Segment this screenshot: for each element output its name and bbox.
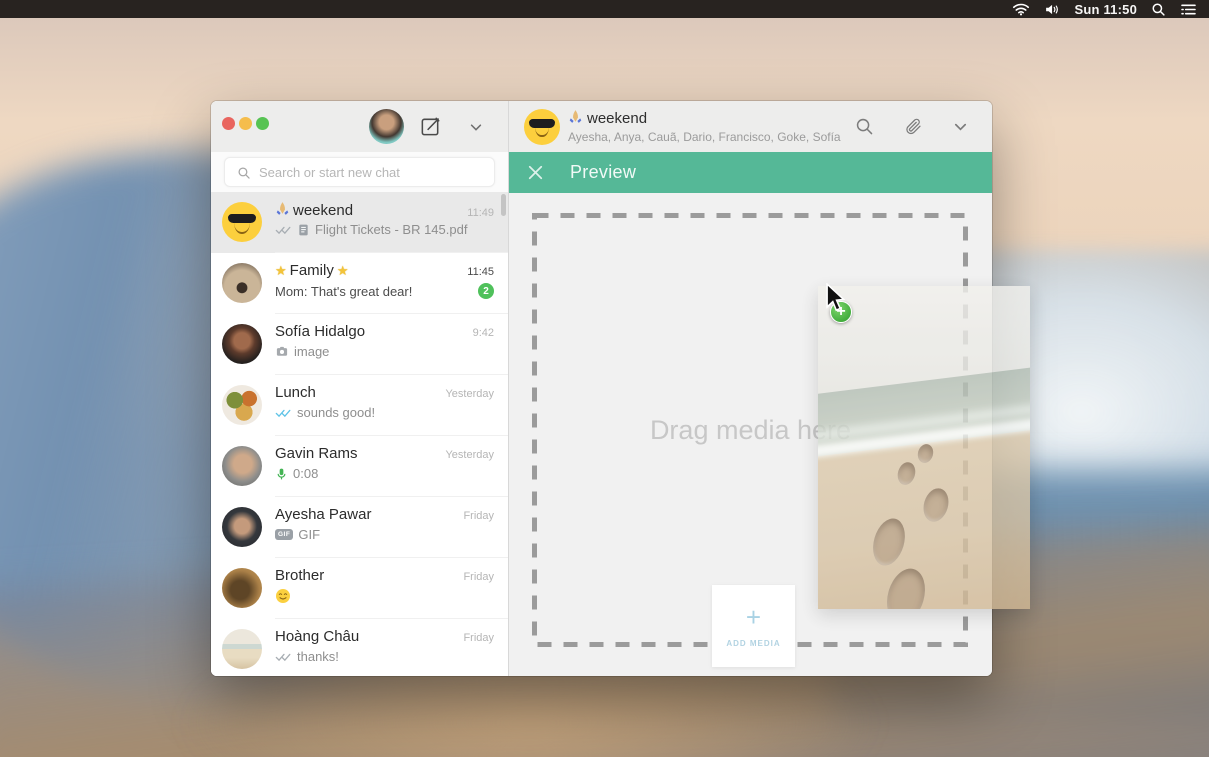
chat-time: Yesterday <box>445 388 494 400</box>
search-icon <box>855 117 874 136</box>
plus-icon: + <box>746 605 761 629</box>
pray-emoji <box>568 109 583 128</box>
sidebar-menu-chevron[interactable] <box>469 119 485 135</box>
add-media-label: ADD MEDIA <box>726 639 780 648</box>
dragged-image[interactable] <box>818 286 1030 609</box>
drag-cursor <box>824 283 846 318</box>
spotlight-search-icon[interactable] <box>1151 2 1166 17</box>
chat-name: Brother <box>275 567 324 584</box>
smile-emoji <box>275 588 291 604</box>
chat-list-item[interactable]: Ayesha Pawar Friday GIFGIF <box>211 497 508 558</box>
add-media-button[interactable]: + ADD MEDIA <box>712 585 795 667</box>
chat-name: weekend <box>275 201 353 220</box>
close-window-button[interactable] <box>222 117 235 130</box>
star-emoji: ★ <box>337 263 349 279</box>
search-box[interactable] <box>224 157 495 187</box>
minimize-window-button[interactable] <box>239 117 252 130</box>
pray-emoji <box>275 201 290 220</box>
wifi-icon[interactable] <box>1012 3 1030 16</box>
chat-last-message <box>275 588 494 604</box>
chat-last-message: GIFGIF <box>275 527 494 542</box>
sunglasses-emoji <box>222 202 262 242</box>
chat-name: Sofía Hidalgo <box>275 323 365 340</box>
group-avatar[interactable] <box>524 109 560 145</box>
chat-time: 9:42 <box>473 327 494 339</box>
search-area <box>211 152 508 192</box>
chat-time: 11:45 <box>467 266 494 278</box>
chat-last-message: 0:08 <box>275 466 494 481</box>
chat-name: Ayesha Pawar <box>275 506 371 523</box>
search-in-chat-button[interactable] <box>855 117 874 136</box>
sidebar: weekend 11:49 Flight Tickets - BR 145.pdf ★… <box>211 101 509 676</box>
chat-last-message: image <box>275 344 494 359</box>
menu-bar: Sun 11:50 <box>0 0 1209 18</box>
chat-last-message: sounds good! <box>275 405 494 420</box>
chat-time: 11:49 <box>467 207 494 219</box>
food-photo <box>222 385 262 425</box>
man-glasses-photo <box>222 446 262 486</box>
mic-icon <box>275 467 288 481</box>
chat-list-item[interactable]: Hoàng Châu Friday thanks! <box>211 619 508 676</box>
chat-list-item[interactable]: Lunch Yesterday sounds good! <box>211 375 508 436</box>
close-preview-button[interactable] <box>528 165 543 180</box>
chevron-down-icon <box>953 119 968 134</box>
chat-title-text: weekend <box>587 110 647 127</box>
sidebar-scrollbar[interactable] <box>501 194 506 216</box>
double-check-icon <box>275 408 292 418</box>
paperclip-icon <box>904 117 923 136</box>
chat-time: Yesterday <box>445 449 494 461</box>
chat-last-message: thanks! <box>275 649 494 664</box>
chat-last-message: Flight Tickets - BR 145.pdf <box>275 222 494 237</box>
chat-name: Gavin Rams <box>275 445 358 462</box>
preview-title: Preview <box>570 162 636 183</box>
chat-time: Friday <box>463 510 494 522</box>
search-input[interactable] <box>237 165 494 180</box>
sidebar-titlebar <box>211 101 508 152</box>
new-chat-button[interactable] <box>419 115 442 138</box>
chat-name: Hoàng Châu <box>275 628 359 645</box>
chat-participants: Ayesha, Anya, Cauã, Dario, Francisco, Go… <box>568 130 841 144</box>
document-icon <box>297 223 310 237</box>
menu-bar-clock[interactable]: Sun 11:50 <box>1075 2 1138 17</box>
compose-icon <box>419 115 442 138</box>
arrow-cursor-icon <box>824 283 846 313</box>
silhouette-photo <box>222 568 262 608</box>
chat-list-item[interactable]: Sofía Hidalgo 9:42 image <box>211 314 508 375</box>
chat-header: weekend Ayesha, Anya, Cauã, Dario, Franc… <box>509 101 992 152</box>
my-profile-avatar[interactable] <box>369 109 404 144</box>
chat-last-message: Mom: That's great dear!2 <box>275 283 494 299</box>
chat-list: weekend 11:49 Flight Tickets - BR 145.pdf ★… <box>211 192 508 676</box>
chat-title: weekend <box>568 109 841 128</box>
x-icon <box>528 165 543 180</box>
zoom-window-button[interactable] <box>256 117 269 130</box>
woman-photo <box>222 324 262 364</box>
attach-button[interactable] <box>904 117 923 136</box>
chat-list-item[interactable]: Gavin Rams Yesterday 0:08 <box>211 436 508 497</box>
chat-name: Lunch <box>275 384 316 401</box>
chat-name: ★Family★ <box>275 262 348 279</box>
search-icon <box>237 166 251 180</box>
chat-time: Friday <box>463 571 494 583</box>
chat-header-text: weekend Ayesha, Anya, Cauã, Dario, Franc… <box>568 109 841 144</box>
beach-photo <box>222 629 262 669</box>
woman-glasses-photo <box>222 507 262 547</box>
pug-photo <box>222 263 262 303</box>
chevron-down-icon <box>469 120 483 134</box>
chat-list-item[interactable]: weekend 11:49 Flight Tickets - BR 145.pdf <box>211 192 508 253</box>
double-check-icon <box>275 652 292 662</box>
chat-header-actions <box>855 117 992 136</box>
unread-count-badge: 2 <box>478 283 494 299</box>
chat-list-item[interactable]: ★Family★ 11:45 Mom: That's great dear!2 <box>211 253 508 314</box>
chat-list-item[interactable]: Brother Friday <box>211 558 508 619</box>
chat-menu-chevron[interactable] <box>953 119 968 134</box>
preview-bar: Preview <box>509 152 992 193</box>
gif-badge-icon: GIF <box>275 529 293 540</box>
volume-icon[interactable] <box>1044 3 1061 16</box>
chat-time: Friday <box>463 632 494 644</box>
double-check-icon <box>275 225 292 235</box>
camera-icon <box>275 345 289 358</box>
notification-center-icon[interactable] <box>1180 3 1197 16</box>
star-emoji: ★ <box>275 263 287 279</box>
